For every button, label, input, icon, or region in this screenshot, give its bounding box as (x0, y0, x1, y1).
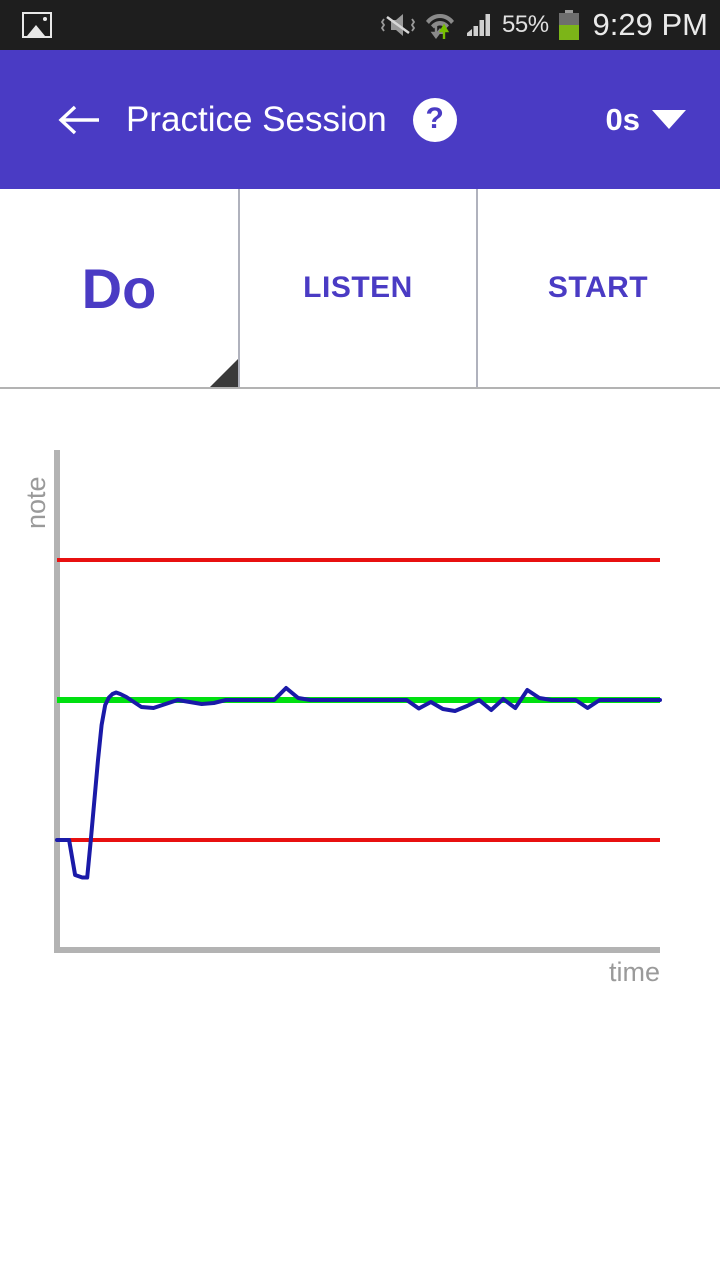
battery-percent-label: 55% (502, 11, 549, 38)
clock-label: 9:29 PM (592, 7, 708, 42)
note-selector[interactable]: Do (0, 189, 238, 387)
start-button[interactable]: START (478, 189, 718, 387)
status-bar-right: 55% 9:29 PM (381, 7, 720, 43)
photo-icon (22, 12, 52, 38)
listen-button[interactable]: LISTEN (238, 189, 478, 387)
status-bar-left (0, 12, 52, 38)
help-button[interactable]: ? (412, 97, 457, 142)
status-bar: 55% 9:29 PM (0, 0, 720, 50)
back-arrow-icon (58, 105, 99, 134)
back-button[interactable] (42, 83, 116, 157)
battery-icon (558, 10, 579, 40)
x-axis-label: time (609, 957, 660, 987)
app-bar: Practice Session ? 0s (0, 50, 720, 189)
listen-button-label: LISTEN (303, 271, 413, 304)
control-row: Do LISTEN START (0, 189, 720, 389)
wifi-data-transfer-icon (426, 14, 454, 39)
mute-vibrate-icon (381, 14, 415, 36)
help-question-icon: ? (425, 101, 444, 135)
cellular-signal-icon (467, 14, 490, 36)
content-empty-area (0, 1009, 720, 1280)
duration-dropdown[interactable]: 0s (606, 102, 686, 138)
pitch-chart-svg: note time (21, 450, 662, 987)
sung-pitch-trace (55, 686, 662, 880)
pitch-chart: note time (0, 389, 720, 1009)
page-title: Practice Session (126, 99, 387, 139)
note-selector-label: Do (81, 256, 157, 320)
duration-value: 0s (605, 101, 640, 137)
start-button-label: START (547, 271, 649, 304)
chevron-down-icon (652, 110, 686, 129)
y-axis-label: note (21, 476, 51, 529)
dropdown-spinner-triangle-icon (210, 359, 238, 387)
